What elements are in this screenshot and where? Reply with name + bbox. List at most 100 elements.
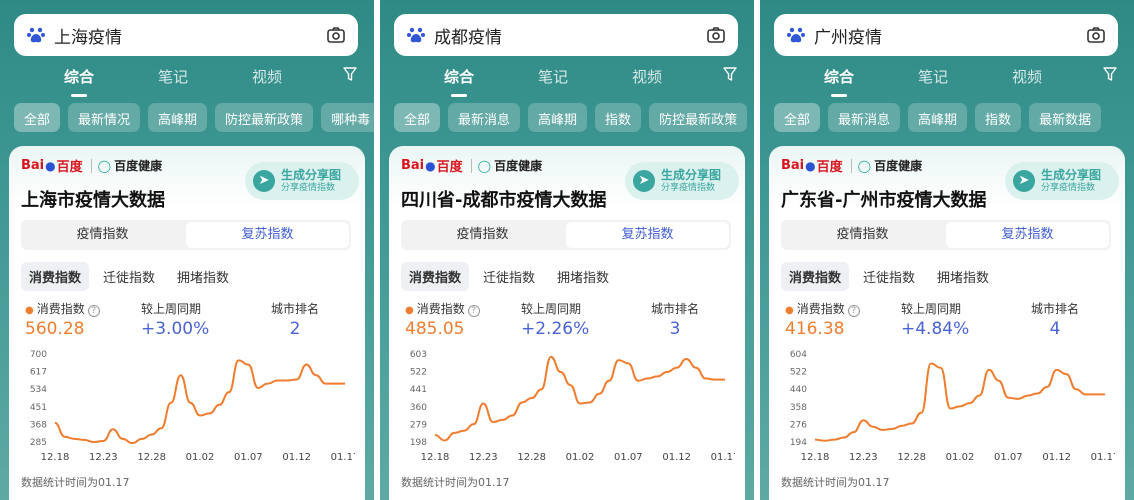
baidu-logo-du: 百度 [436,160,463,175]
index-label-text: 消费指数 [796,302,845,316]
phone-panel-1: 上海疫情 综合 笔记 视频 全部 最新情况 高峰期 防控最新政策 哪种毒 Bai ● 百度 … [0,0,374,500]
share-image-button[interactable]: ➤ 生成分享图 分享疫情指数 [245,162,359,200]
stats-row: ● 消费指数? 560.28 较上周同期 +3.00% 城市排名 2 [25,300,355,344]
y-tick-label: 279 [410,420,427,430]
tab-2[interactable]: 笔记 [918,66,948,87]
segment-recovery-index[interactable]: 复苏指数 [186,222,349,248]
filter-icon[interactable] [1102,66,1118,82]
camera-icon[interactable] [706,25,726,45]
phone-panel-2: 成都疫情 综合 笔记 视频 全部 最新消息 高峰期 指数 防控最新政策 Bai ● 百度 ◯… [380,0,754,500]
sub-tab[interactable]: 消费指数 [401,262,470,291]
baidu-paw-icon [27,27,45,43]
help-icon[interactable]: ? [847,305,860,317]
x-tick-label: 12.18 [421,452,450,463]
y-tick-label: 451 [30,403,47,413]
brand-divider [470,158,472,173]
x-tick-label: 01.17 [1091,452,1115,463]
sub-index-tabs: 消费指数 迁徙指数 拥堵指数 [21,262,237,291]
x-tick-label: 01.02 [946,452,975,463]
segment-epidemic-index[interactable]: 疫情指数 [21,220,184,250]
camera-icon[interactable] [1086,25,1106,45]
tab-1[interactable]: 综合 [64,66,94,97]
x-tick-label: 12.28 [897,452,926,463]
tab-2[interactable]: 笔记 [538,66,568,87]
filter-chip[interactable]: 高峰期 [148,103,208,132]
search-bar[interactable]: 成都疫情 [394,14,738,56]
y-tick-label: 441 [410,385,427,395]
wow-stat: 较上周同期 +2.26% [521,300,589,339]
y-tick-label: 285 [30,438,47,448]
y-tick-label: 358 [790,403,807,413]
x-tick-label: 12.28 [517,452,546,463]
tab-3[interactable]: 视频 [1012,66,1042,87]
filter-chip[interactable]: 最新情况 [68,103,141,132]
baidu-paw-icon [787,27,805,43]
segment-epidemic-index[interactable]: 疫情指数 [401,220,564,250]
wow-label: 较上周同期 [521,302,582,316]
sub-tab[interactable]: 迁徙指数 [475,262,543,291]
consumption-index-label: ● 消费指数? [405,300,480,317]
city-rank-value: 4 [1049,319,1061,339]
x-tick-label: 12.18 [41,452,70,463]
consumption-index-stat: ● 消费指数? 485.05 [405,300,480,339]
filter-chip[interactable]: 最新消息 [828,103,901,132]
filter-chip[interactable]: 指数 [975,103,1022,132]
filter-icon[interactable] [722,66,738,82]
y-tick-label: 522 [790,368,807,378]
share-image-button[interactable]: ➤ 生成分享图 分享疫情指数 [1005,162,1119,200]
filter-icon[interactable] [342,66,358,82]
y-tick-label: 522 [410,368,427,378]
health-logo-icon: ◯ [97,158,112,173]
x-tick-label: 12.23 [849,452,878,463]
tab-1[interactable]: 综合 [824,66,854,97]
share-title: 生成分享图 [1041,168,1102,182]
filter-chip[interactable]: 高峰期 [528,103,588,132]
filter-chip[interactable]: 防控最新政策 [215,103,314,132]
sub-tab[interactable]: 消费指数 [781,262,850,291]
city-rank-stat: 城市排名 3 [651,300,699,339]
tab-3[interactable]: 视频 [632,66,662,87]
share-arrow-icon: ➤ [253,170,275,192]
sub-tab[interactable]: 消费指数 [21,262,90,291]
x-tick-label: 12.23 [89,452,118,463]
filter-chip[interactable]: 最新数据 [1029,103,1102,132]
y-tick-label: 604 [790,350,807,360]
filter-chip[interactable]: 最新消息 [448,103,521,132]
baidu-logo-du: 百度 [56,160,83,175]
search-bar[interactable]: 上海疫情 [14,14,358,56]
filter-chip[interactable]: 指数 [595,103,642,132]
sub-tab[interactable]: 拥堵指数 [929,262,997,291]
tab-2[interactable]: 笔记 [158,66,188,87]
camera-icon[interactable] [326,25,346,45]
filter-chip[interactable]: 高峰期 [908,103,968,132]
filter-chip[interactable]: 全部 [774,103,821,132]
tab-1[interactable]: 综合 [444,66,474,97]
sub-tab[interactable]: 拥堵指数 [549,262,617,291]
x-tick-label: 01.02 [566,452,595,463]
x-tick-label: 01.12 [282,452,311,463]
share-subtitle: 分享疫情指数 [1041,183,1096,193]
filter-chip[interactable]: 哪种毒 [321,103,374,132]
consumption-index-value: 485.05 [405,319,465,339]
share-image-button[interactable]: ➤ 生成分享图 分享疫情指数 [625,162,739,200]
city-rank-label: 城市排名 [271,302,320,316]
consumption-index-stat: ● 消费指数? 560.28 [25,300,100,339]
sub-tab[interactable]: 迁徙指数 [855,262,923,291]
legend-dot-icon: ● [785,305,794,316]
sub-tab[interactable]: 拥堵指数 [169,262,237,291]
help-icon[interactable]: ? [87,305,100,317]
tab-3[interactable]: 视频 [252,66,282,87]
segment-epidemic-index[interactable]: 疫情指数 [781,220,944,250]
filter-chip[interactable]: 全部 [394,103,441,132]
wow-label: 较上周同期 [901,302,962,316]
city-rank-label: 城市排名 [1031,302,1080,316]
baidu-logo-paw-icon: ● [805,158,816,173]
segment-recovery-index[interactable]: 复苏指数 [566,222,729,248]
sub-tab[interactable]: 迁徙指数 [95,262,163,291]
filter-chip[interactable]: 防控最新政策 [649,103,748,132]
filter-chip[interactable]: 全部 [14,103,61,132]
search-bar[interactable]: 广州疫情 [774,14,1118,56]
help-icon[interactable]: ? [467,305,480,317]
city-rank-label: 城市排名 [651,302,700,316]
segment-recovery-index[interactable]: 复苏指数 [946,222,1109,248]
